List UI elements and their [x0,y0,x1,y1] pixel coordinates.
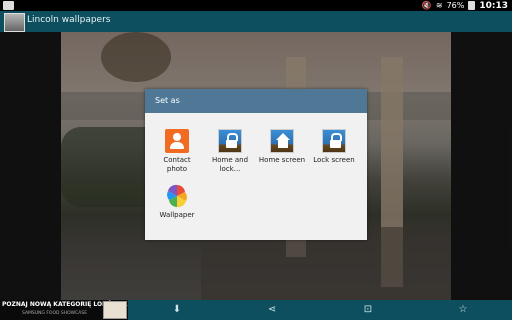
app-logo-icon[interactable] [4,13,25,32]
ad-banner[interactable]: POZNAJ NOWĄ KATEGORIĘ LODÓWEK SAMSUNG FO… [0,300,128,320]
option-label: Home and lock... [211,156,249,173]
wallpaper-icon [165,184,189,208]
status-right: 🔇 ≋ 76% 10:13 [422,0,508,11]
mute-icon: 🔇 [421,1,432,10]
dialog-header: Set as [145,89,367,113]
option-label: Lock screen [313,156,355,164]
option-label: Contact photo [163,156,191,173]
ad-product-image [103,301,127,319]
star-icon[interactable]: ☆ [457,304,469,316]
home-screen-icon [270,129,294,153]
wifi-icon: ≋ [435,1,443,10]
app-title: Lincoln wallpapers [27,15,111,25]
status-bar: 🔇 ≋ 76% 10:13 [0,0,512,11]
gallery-notification-icon [3,1,14,10]
option-contact-photo[interactable]: Contact photo [153,129,201,174]
app-bar: Lincoln wallpapers [0,11,512,32]
battery-percent: 76% [446,1,465,10]
option-label: Wallpaper [159,211,195,219]
option-label: Home screen [258,156,306,164]
dialog-title: Set as [155,96,180,105]
ad-subline: SAMSUNG FOOD SHOWCASE [22,311,88,316]
bottom-bar: POZNAJ NOWĄ KATEGORIĘ LODÓWEK SAMSUNG FO… [0,300,512,320]
download-icon[interactable]: ⬇ [171,304,183,316]
option-wallpaper[interactable]: Wallpaper [153,184,201,220]
set-as-dialog: Set as Contact photo Home and lock... Ho… [145,89,367,240]
option-home-and-lock[interactable]: Home and lock... [206,129,254,174]
lock-screen-icon [322,129,346,153]
clock: 10:13 [479,0,508,11]
share-icon[interactable]: ⋖ [266,304,278,316]
battery-icon [468,1,476,10]
option-home-screen[interactable]: Home screen [258,129,306,165]
contact-icon [165,129,189,153]
option-lock-screen[interactable]: Lock screen [310,129,358,165]
crop-icon[interactable]: ⊡ [362,304,374,316]
home-lock-icon [218,129,242,153]
